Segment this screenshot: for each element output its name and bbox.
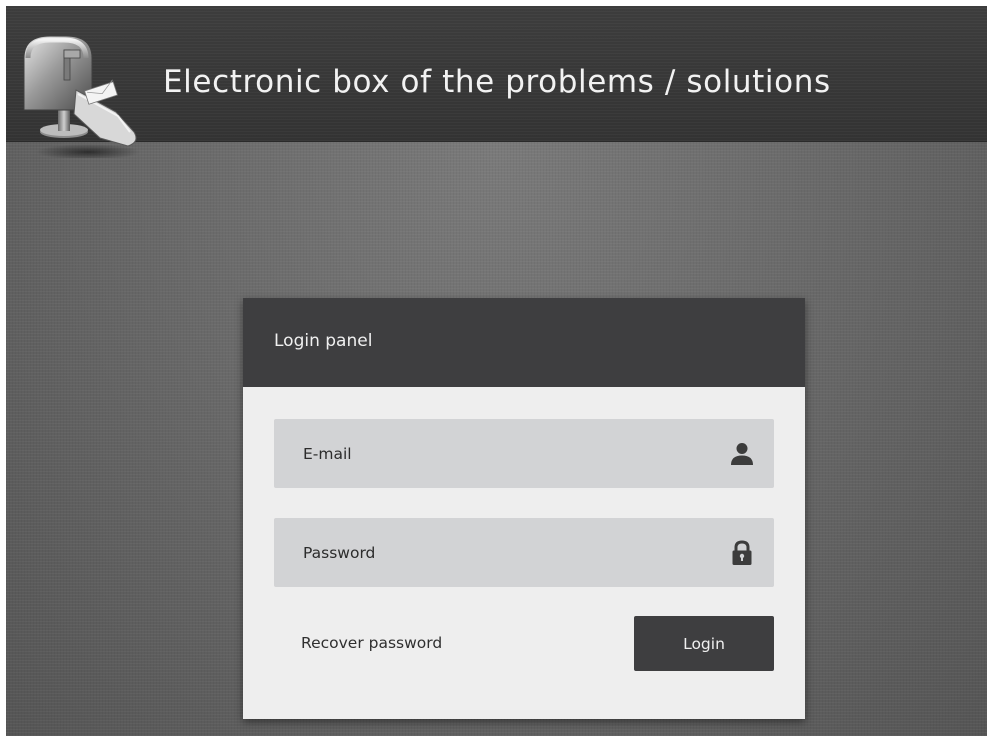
email-field-placeholder: E-mail (303, 445, 352, 463)
login-panel-title: Login panel (274, 331, 373, 351)
app-window: Electronic box of the problems / solutio… (6, 6, 987, 736)
password-field[interactable]: Password (274, 518, 774, 587)
email-field[interactable]: E-mail (274, 419, 774, 488)
mailbox-icon (16, 28, 146, 160)
login-panel-header: Login panel (243, 298, 805, 387)
top-header: Electronic box of the problems / solutio… (6, 6, 987, 160)
lock-icon (730, 540, 754, 566)
site-title: Electronic box of the problems / solutio… (163, 64, 831, 100)
user-icon (730, 441, 754, 467)
password-field-placeholder: Password (303, 544, 376, 562)
recover-password-link[interactable]: Recover password (301, 634, 442, 652)
login-button[interactable]: Login (634, 616, 774, 671)
login-panel: Login panel E-mail Password Recover pass… (243, 298, 805, 719)
